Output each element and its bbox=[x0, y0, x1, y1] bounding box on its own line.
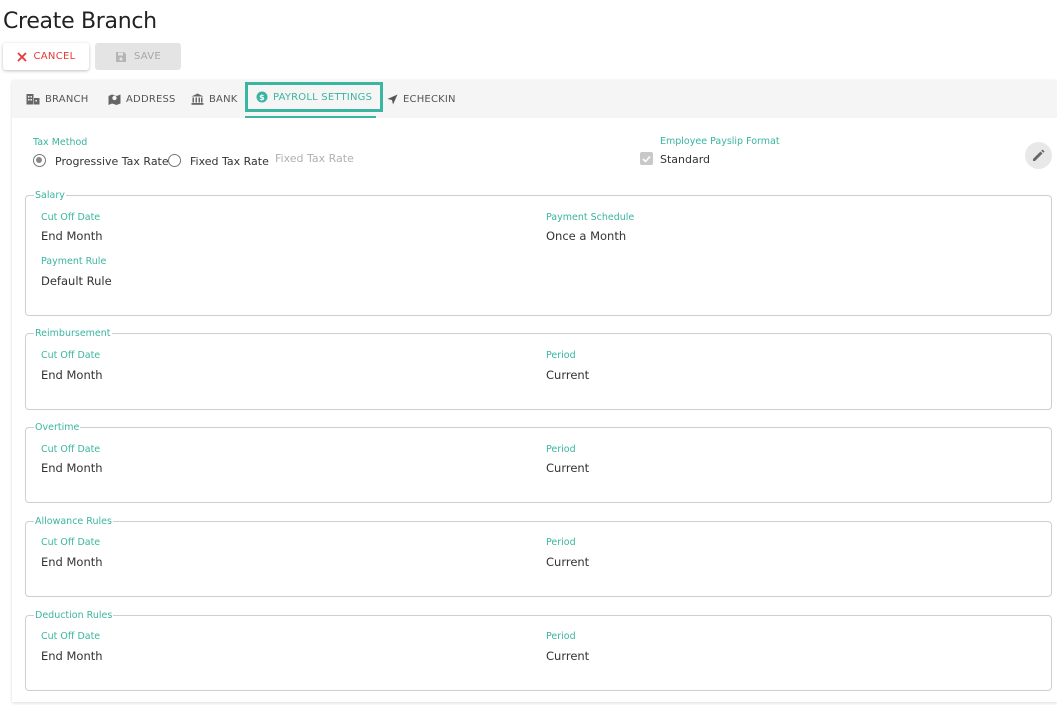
overtime-cutoff-value: End Month bbox=[41, 461, 103, 475]
building-icon bbox=[26, 94, 40, 105]
allowance-period-label: Period bbox=[546, 537, 576, 548]
cancel-button[interactable]: CANCEL bbox=[3, 43, 89, 70]
salary-schedule-label: Payment Schedule bbox=[546, 212, 635, 223]
salary-section: Salary Cut Off Date End Month Payment Sc… bbox=[25, 190, 1052, 316]
allowance-cutoff-label: Cut Off Date bbox=[41, 537, 101, 548]
allowance-cutoff-value: End Month bbox=[41, 555, 103, 569]
deduction-period-value: Current bbox=[546, 649, 590, 663]
salary-rule-label: Payment Rule bbox=[41, 256, 107, 267]
reimbursement-period-label: Period bbox=[546, 350, 576, 361]
salary-cutoff-value: End Month bbox=[41, 229, 103, 243]
tab-echeckin-label: ECHECKIN bbox=[403, 93, 456, 105]
payslip-format-value: Standard bbox=[660, 153, 711, 166]
tax-method-label: Tax Method bbox=[33, 137, 88, 148]
allowance-rules-section-title: Allowance Rules bbox=[35, 516, 112, 527]
bank-icon bbox=[191, 93, 204, 105]
deduction-cutoff-label: Cut Off Date bbox=[41, 631, 101, 642]
tab-branch-label: BRANCH bbox=[45, 93, 89, 105]
payslip-standard-checkbox[interactable] bbox=[640, 152, 653, 165]
save-button-label: SAVE bbox=[133, 51, 162, 62]
deduction-rules-section: Deduction Rules Cut Off Date End Month P… bbox=[25, 610, 1052, 691]
active-tab-indicator bbox=[245, 116, 376, 118]
page-title: Create Branch bbox=[3, 9, 157, 34]
fixed-tax-rate-input[interactable]: Fixed Tax Rate bbox=[275, 152, 354, 165]
reimbursement-section-title: Reimbursement bbox=[35, 328, 111, 339]
tab-address-label: ADDRESS bbox=[126, 93, 176, 105]
checkmark-icon bbox=[642, 155, 651, 163]
tab-payroll-settings-label: PAYROLL SETTINGS bbox=[273, 91, 373, 103]
edit-button[interactable] bbox=[1025, 142, 1052, 169]
save-button[interactable]: SAVE bbox=[95, 43, 181, 70]
payslip-format-label: Employee Payslip Format bbox=[660, 136, 780, 147]
save-icon bbox=[115, 51, 126, 62]
branch-form-card: BRANCH ADDRESS BANK $ PAYROLL SETTINGS E… bbox=[12, 80, 1057, 702]
tab-address[interactable]: ADDRESS bbox=[104, 80, 180, 118]
fixed-tax-radio[interactable] bbox=[168, 154, 181, 167]
overtime-section: Overtime Cut Off Date End Month Period C… bbox=[25, 422, 1052, 503]
overtime-period-label: Period bbox=[546, 444, 576, 455]
reimbursement-period-value: Current bbox=[546, 368, 590, 382]
allowance-rules-section: Allowance Rules Cut Off Date End Month P… bbox=[25, 516, 1052, 597]
navigation-arrow-icon bbox=[387, 94, 398, 104]
close-icon bbox=[16, 51, 27, 62]
deduction-period-label: Period bbox=[546, 631, 576, 642]
svg-text:$: $ bbox=[259, 93, 265, 102]
progressive-tax-label: Progressive Tax Rate bbox=[55, 155, 169, 168]
tab-payroll-settings[interactable]: $ PAYROLL SETTINGS bbox=[245, 82, 384, 112]
map-icon bbox=[108, 94, 121, 105]
deduction-rules-section-title: Deduction Rules bbox=[35, 610, 113, 621]
salary-cutoff-label: Cut Off Date bbox=[41, 212, 101, 223]
reimbursement-cutoff-value: End Month bbox=[41, 368, 103, 382]
dollar-icon: $ bbox=[256, 91, 268, 103]
salary-schedule-value: Once a Month bbox=[546, 229, 627, 243]
tab-branch[interactable]: BRANCH bbox=[22, 80, 92, 118]
overtime-period-value: Current bbox=[546, 461, 590, 475]
overtime-section-title: Overtime bbox=[35, 422, 80, 433]
pencil-icon bbox=[1033, 149, 1045, 161]
tab-bar: BRANCH ADDRESS BANK $ PAYROLL SETTINGS E… bbox=[12, 80, 1057, 118]
progressive-tax-radio[interactable] bbox=[33, 154, 46, 167]
overtime-cutoff-label: Cut Off Date bbox=[41, 444, 101, 455]
salary-rule-value: Default Rule bbox=[41, 274, 112, 288]
tab-bank-label: BANK bbox=[209, 93, 238, 105]
tab-echeckin[interactable]: ECHECKIN bbox=[383, 80, 460, 118]
salary-section-title: Salary bbox=[35, 190, 65, 201]
reimbursement-cutoff-label: Cut Off Date bbox=[41, 350, 101, 361]
cancel-button-label: CANCEL bbox=[33, 51, 76, 62]
deduction-cutoff-value: End Month bbox=[41, 649, 103, 663]
tab-bank[interactable]: BANK bbox=[187, 80, 242, 118]
fixed-tax-label: Fixed Tax Rate bbox=[190, 155, 269, 168]
reimbursement-section: Reimbursement Cut Off Date End Month Per… bbox=[25, 328, 1052, 410]
allowance-period-value: Current bbox=[546, 555, 590, 569]
